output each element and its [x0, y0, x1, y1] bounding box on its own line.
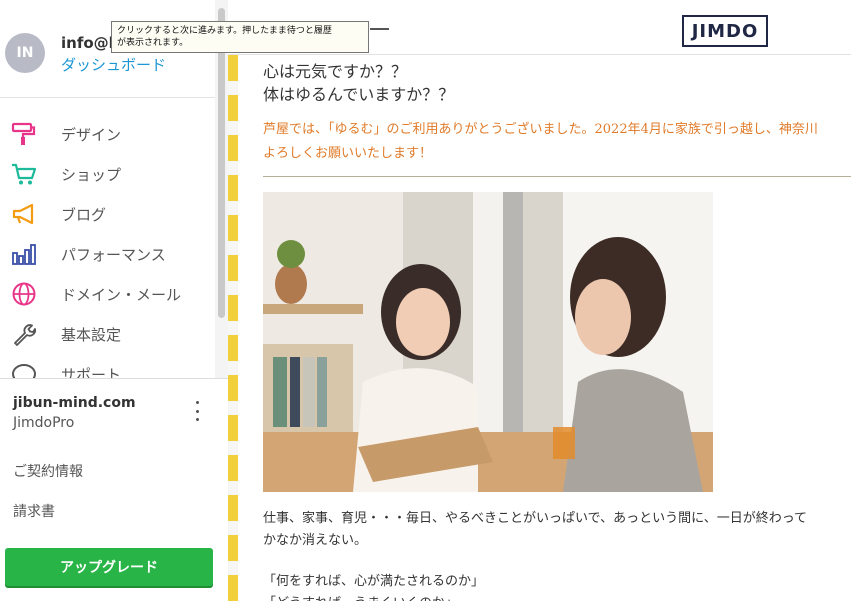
globe-icon	[12, 282, 36, 306]
editor-edge-strip	[228, 55, 238, 601]
paint-roller-icon	[11, 122, 36, 145]
sidebar-item-domain-mail[interactable]: ドメイン・メール	[0, 274, 215, 314]
dashboard-link[interactable]: ダッシュボード	[61, 54, 166, 75]
invoice-link[interactable]: 請求書	[13, 501, 55, 521]
chat-bubble-icon	[12, 364, 36, 378]
tooltip: クリックすると次に進みます。押したまま待つと履歴 が表示されます。	[111, 21, 369, 53]
notice-text: よろしくお願いいたします！	[263, 146, 433, 161]
sidebar-item-label: ブログ	[61, 205, 107, 224]
sidebar-item-label: 基本設定	[61, 325, 122, 344]
contract-info-link[interactable]: ご契約情報	[13, 461, 83, 481]
sidebar-item-design[interactable]: デザイン	[0, 114, 215, 154]
tooltip-line: が表示されます。	[117, 38, 189, 48]
content-heading: 心は元気ですか？？	[263, 62, 408, 81]
upgrade-button[interactable]: アップグレード	[5, 548, 213, 586]
sidebar-item-shop[interactable]: ショップ	[0, 154, 215, 194]
page-content: 心は元気ですか？？ 体はゆるんでいますか？？ 芦屋では、「ゆるむ」のご利用ありが…	[238, 55, 851, 601]
sidebar-item-label: サポート	[61, 365, 122, 379]
sidebar-scrollbar-thumb[interactable]	[218, 8, 225, 318]
body-text: 「どうすれば、うまくいくのか」	[263, 592, 458, 601]
sidebar-item-label: ドメイン・メール	[61, 285, 182, 304]
avatar[interactable]: IN	[5, 33, 45, 73]
content-divider	[263, 176, 851, 177]
sidebar: IN info@k ダッシュボード デザイン ショップ ブログ パフォーマンス …	[0, 0, 228, 601]
jimdo-logo: JIMDO	[682, 15, 768, 47]
wrench-icon	[14, 324, 36, 346]
sidebar-item-label: パフォーマンス	[61, 245, 166, 264]
body-text: 仕事、家事、育児・・・毎日、やるべきことがいっぱいで、あっという間に、一日が終わ…	[263, 511, 808, 526]
content-heading: 体はゆるんでいますか？？	[263, 85, 455, 104]
sidebar-item-settings[interactable]: 基本設定	[0, 314, 215, 354]
tooltip-line: クリックすると次に進みます。押したまま待つと履歴	[117, 26, 332, 36]
megaphone-icon	[12, 203, 34, 225]
body-text: かなか消えない。	[263, 533, 368, 548]
counseling-photo	[263, 192, 713, 492]
sidebar-item-label: ショップ	[61, 165, 122, 184]
cart-icon	[12, 163, 37, 185]
sidebar-item-support[interactable]: サポート	[0, 354, 215, 378]
minimize-icon[interactable]	[370, 28, 389, 30]
body-text: 「何をすれば、心が満たされるのか」	[263, 574, 485, 589]
site-panel: jibun-mind.com JimdoPro ご契約情報 請求書 アップグレー…	[0, 378, 228, 601]
account-email: info@k	[61, 34, 119, 52]
sidebar-item-label: デザイン	[61, 125, 122, 144]
bar-chart-icon	[12, 244, 36, 265]
more-vertical-icon[interactable]	[190, 401, 204, 421]
notice-text: 芦屋では、「ゆるむ」のご利用ありがとうございました。2022年4月に家族で引っ越…	[263, 122, 818, 137]
sidebar-item-blog[interactable]: ブログ	[0, 194, 215, 234]
sidebar-item-performance[interactable]: パフォーマンス	[0, 234, 215, 274]
site-domain: jibun-mind.com	[13, 395, 136, 411]
sidebar-nav: デザイン ショップ ブログ パフォーマンス ドメイン・メール 基本設定 サポート	[0, 114, 215, 378]
site-plan: JimdoPro	[13, 415, 75, 431]
